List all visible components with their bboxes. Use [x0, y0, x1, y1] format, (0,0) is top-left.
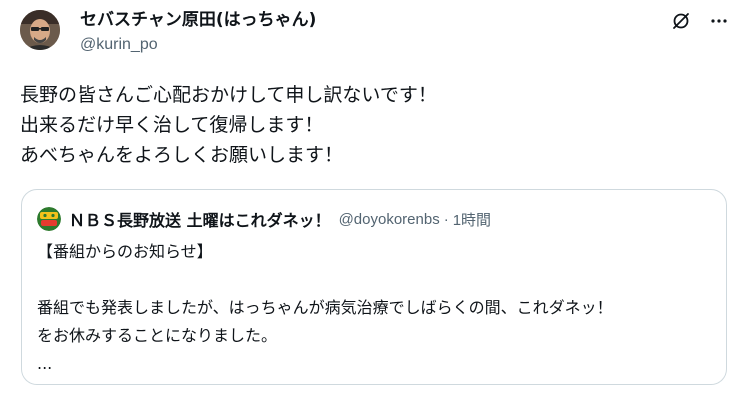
tweet-card: セバスチャン原田(はっちゃん) @kurin_po 長野の皆さんご心配おかけして… — [0, 0, 750, 401]
quoted-tweet[interactable]: ＮＢＳ長野放送 土曜はこれダネッ！ @doyokorenbs · 1時間 【番組… — [21, 189, 727, 385]
author-avatar[interactable] — [20, 10, 60, 50]
quoted-text-line — [37, 266, 717, 294]
quoted-timestamp[interactable]: 1時間 — [453, 209, 491, 230]
more-icon[interactable] — [708, 10, 730, 32]
tweet-actions — [670, 10, 730, 32]
tweet-text-line: あべちゃんをよろしくお願いします！ — [20, 144, 344, 166]
tweet-text: 長野の皆さんご心配おかけして申し訳ないです！ 出来るだけ早く治して復帰します！ … — [20, 80, 720, 170]
tweet-text-line: 長野の皆さんご心配おかけして申し訳ないです！ — [20, 84, 437, 106]
tweet-text-line: 出来るだけ早く治して復帰します！ — [20, 114, 324, 136]
quoted-author-avatar[interactable] — [37, 207, 61, 231]
grok-icon[interactable] — [670, 10, 692, 32]
author-handle[interactable]: @kurin_po — [80, 34, 316, 56]
author-avatar-image — [20, 10, 60, 50]
quoted-text-line: 【番組からのお知らせ】 — [37, 242, 213, 261]
quoted-tweet-header: ＮＢＳ長野放送 土曜はこれダネッ！ @doyokorenbs · 1時間 — [37, 207, 491, 231]
quoted-text: 【番組からのお知らせ】 番組でも発表しましたが、はっちゃんが病気治療でしばらくの… — [37, 238, 717, 378]
quoted-text-line: 番組でも発表しましたが、はっちゃんが病気治療でしばらくの間、これダネッ！ — [37, 298, 613, 317]
quoted-text-line: ... — [37, 354, 53, 373]
author-block: セバスチャン原田(はっちゃん) @kurin_po — [80, 9, 316, 56]
author-display-name[interactable]: セバスチャン原田(はっちゃん) — [80, 9, 316, 31]
quoted-avatar-logo — [37, 207, 61, 231]
quoted-display-name[interactable]: ＮＢＳ長野放送 土曜はこれダネッ！ — [69, 207, 331, 231]
quoted-separator: · — [443, 210, 449, 228]
quoted-handle[interactable]: @doyokorenbs — [339, 211, 440, 228]
quoted-text-line: をお休みすることになりました。 — [37, 326, 278, 345]
